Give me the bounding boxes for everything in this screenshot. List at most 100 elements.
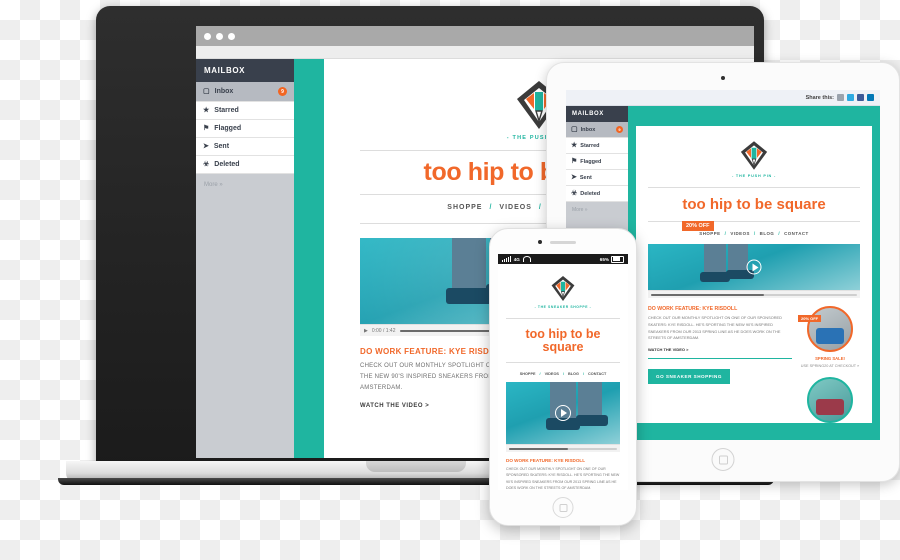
nav-item-shoppe[interactable]: SHOPPE — [520, 372, 536, 376]
nav-separator: / — [562, 372, 564, 376]
send-icon: ➤ — [203, 143, 209, 150]
sidebar-item-sent[interactable]: ➤ Sent — [566, 170, 628, 186]
video-controls[interactable] — [506, 444, 620, 452]
signal-bars-icon — [502, 256, 511, 262]
sidebar-item-label: Starred — [214, 107, 239, 114]
phone-status-bar: 4G 65% — [498, 254, 628, 264]
send-icon: ➤ — [571, 174, 577, 181]
video-scrubber[interactable] — [651, 293, 857, 296]
play-icon[interactable] — [555, 405, 571, 421]
nav-item-shoppe[interactable]: SHOPPE — [699, 231, 720, 236]
email-icon[interactable] — [837, 94, 844, 101]
divider — [648, 187, 860, 188]
video-controls[interactable] — [648, 290, 860, 298]
star-icon: ★ — [203, 107, 210, 114]
phone-speaker — [550, 241, 576, 244]
feature-story: DO WORK FEATURE: KYE RISDOLL CHECK OUT O… — [648, 306, 792, 423]
sidebar-item-label: Inbox — [580, 126, 596, 133]
video-time: 0:00 / 1:42 — [371, 327, 396, 334]
sidebar-item-flagged[interactable]: ⚑ Flagged — [566, 154, 628, 170]
sidebar-item-label: Starred — [580, 142, 600, 149]
email-headline: too hip to be square — [682, 196, 826, 213]
sidebar-item-deleted[interactable]: ☣ Deleted — [196, 156, 294, 174]
story-heading: DO WORK FEATURE: KYE RISDOLL — [648, 306, 738, 312]
email-card: - THE PUSH PIN - too hip to be square SH… — [636, 126, 872, 423]
email-headline: too hip to be square — [525, 327, 601, 354]
shop-button[interactable]: GO SNEAKER SHOPPING — [648, 369, 730, 385]
nav-item-videos[interactable]: VIDEOS — [730, 231, 750, 236]
nav-item-videos[interactable]: VIDEOS — [499, 204, 531, 211]
browser-toolbar — [196, 46, 754, 59]
star-icon: ★ — [571, 142, 578, 149]
nav-item-videos[interactable]: VIDEOS — [545, 372, 559, 376]
sidebar-item-flagged[interactable]: ⚑ Flagged — [196, 120, 294, 138]
flag-icon: ⚑ — [203, 125, 210, 132]
trash-icon: ☣ — [571, 190, 578, 197]
linkedin-icon[interactable] — [867, 94, 874, 101]
promo-image-shoestagram[interactable] — [807, 377, 853, 423]
nav-separator: / — [778, 231, 781, 236]
minimize-dot[interactable] — [216, 32, 223, 40]
sidebar-item-deleted[interactable]: ☣ Deleted — [566, 186, 628, 202]
story-body: CHECK OUT OUR MONTHLY SPOTLIGHT ON ONE O… — [506, 467, 620, 490]
divider — [648, 221, 860, 222]
discount-badge: 20% OFF — [682, 221, 714, 231]
phone-camera — [537, 240, 542, 244]
video-scrubber[interactable] — [509, 447, 617, 450]
divider — [506, 318, 620, 319]
tablet-camera — [721, 76, 725, 80]
play-icon[interactable] — [746, 259, 762, 275]
sidebar-item-inbox[interactable]: ▢ Inbox 9 — [196, 82, 294, 102]
hero-video[interactable] — [506, 382, 620, 452]
sidebar-item-label: Flagged — [214, 125, 242, 132]
nav-item-shoppe[interactable]: SHOPPE — [447, 204, 482, 211]
feature-story: DO WORK FEATURE: KYE RISDOLL CHECK OUT O… — [506, 458, 620, 490]
laptop-notch — [366, 461, 466, 472]
share-label: Share this: — [805, 94, 834, 101]
sidebar-more-link[interactable]: More » — [566, 202, 628, 218]
discount-badge: 20% OFF — [798, 315, 822, 322]
story-heading: DO WORK FEATURE: KYE RISDOLL — [506, 458, 586, 463]
nav-separator: / — [489, 204, 493, 211]
story-body: CHECK OUT OUR MONTHLY SPOTLIGHT ON ONE O… — [648, 315, 782, 341]
promo-image-spring-sale[interactable] — [807, 306, 853, 352]
nav-separator: / — [538, 204, 542, 211]
mailbox-sidebar: MAILBOX ▢ Inbox 9 ★ Starred ⚑ Flagged ➤ … — [196, 59, 294, 458]
tablet-home-button[interactable] — [711, 448, 735, 471]
device-mockup-stage: MAILBOX ▢ Inbox 9 ★ Starred ⚑ Flagged ➤ … — [0, 0, 900, 560]
brand-logo — [648, 134, 860, 171]
close-dot[interactable] — [204, 32, 211, 40]
nav-separator: / — [539, 372, 541, 376]
facebook-icon[interactable] — [857, 94, 864, 101]
phone-email-content: - THE SNEAKER SHOPPE - too hip to be squ… — [498, 264, 628, 490]
sidebar-item-inbox[interactable]: ▢ Inbox 9 — [566, 122, 628, 138]
inbox-icon: ▢ — [203, 88, 210, 95]
browser-title-bar — [196, 26, 754, 46]
twitter-icon[interactable] — [847, 94, 854, 101]
battery-label: 65% — [599, 256, 609, 262]
maximize-dot[interactable] — [228, 32, 235, 40]
inbox-icon: ▢ — [571, 126, 578, 133]
watch-video-link[interactable]: WATCH THE VIDEO > — [648, 347, 792, 352]
promo-body[interactable]: USE SPRING20 AT CHECKOUT » — [800, 363, 860, 369]
promo-column: 20% OFF SPRING SALE! USE SPRING20 AT CHE… — [798, 306, 860, 423]
sidebar-item-label: Deleted — [214, 161, 240, 168]
sidebar-item-starred[interactable]: ★ Starred — [566, 138, 628, 154]
sidebar-item-starred[interactable]: ★ Starred — [196, 102, 294, 120]
trash-icon: ☣ — [203, 161, 210, 168]
inbox-unread-badge: 9 — [616, 126, 623, 133]
phone-screen: 4G 65% - THE SNEAKER SHOPPE - too hip to… — [498, 254, 628, 490]
nav-item-blog[interactable]: BLOG — [568, 372, 579, 376]
nav-item-blog[interactable]: BLOG — [760, 231, 775, 236]
nav-item-contact[interactable]: CONTACT — [784, 231, 809, 236]
play-icon[interactable]: ▶ — [364, 328, 368, 334]
hero-video-thumbnail — [648, 244, 860, 290]
sidebar-item-sent[interactable]: ➤ Sent — [196, 138, 294, 156]
nav-separator: / — [753, 231, 756, 236]
hero-video[interactable] — [648, 244, 860, 298]
sidebar-more-link[interactable]: More » — [196, 174, 294, 196]
phone-home-button[interactable] — [552, 497, 574, 518]
push-pin-diamond-icon — [740, 141, 768, 170]
nav-item-contact[interactable]: CONTACT — [588, 372, 606, 376]
divider — [648, 358, 792, 360]
